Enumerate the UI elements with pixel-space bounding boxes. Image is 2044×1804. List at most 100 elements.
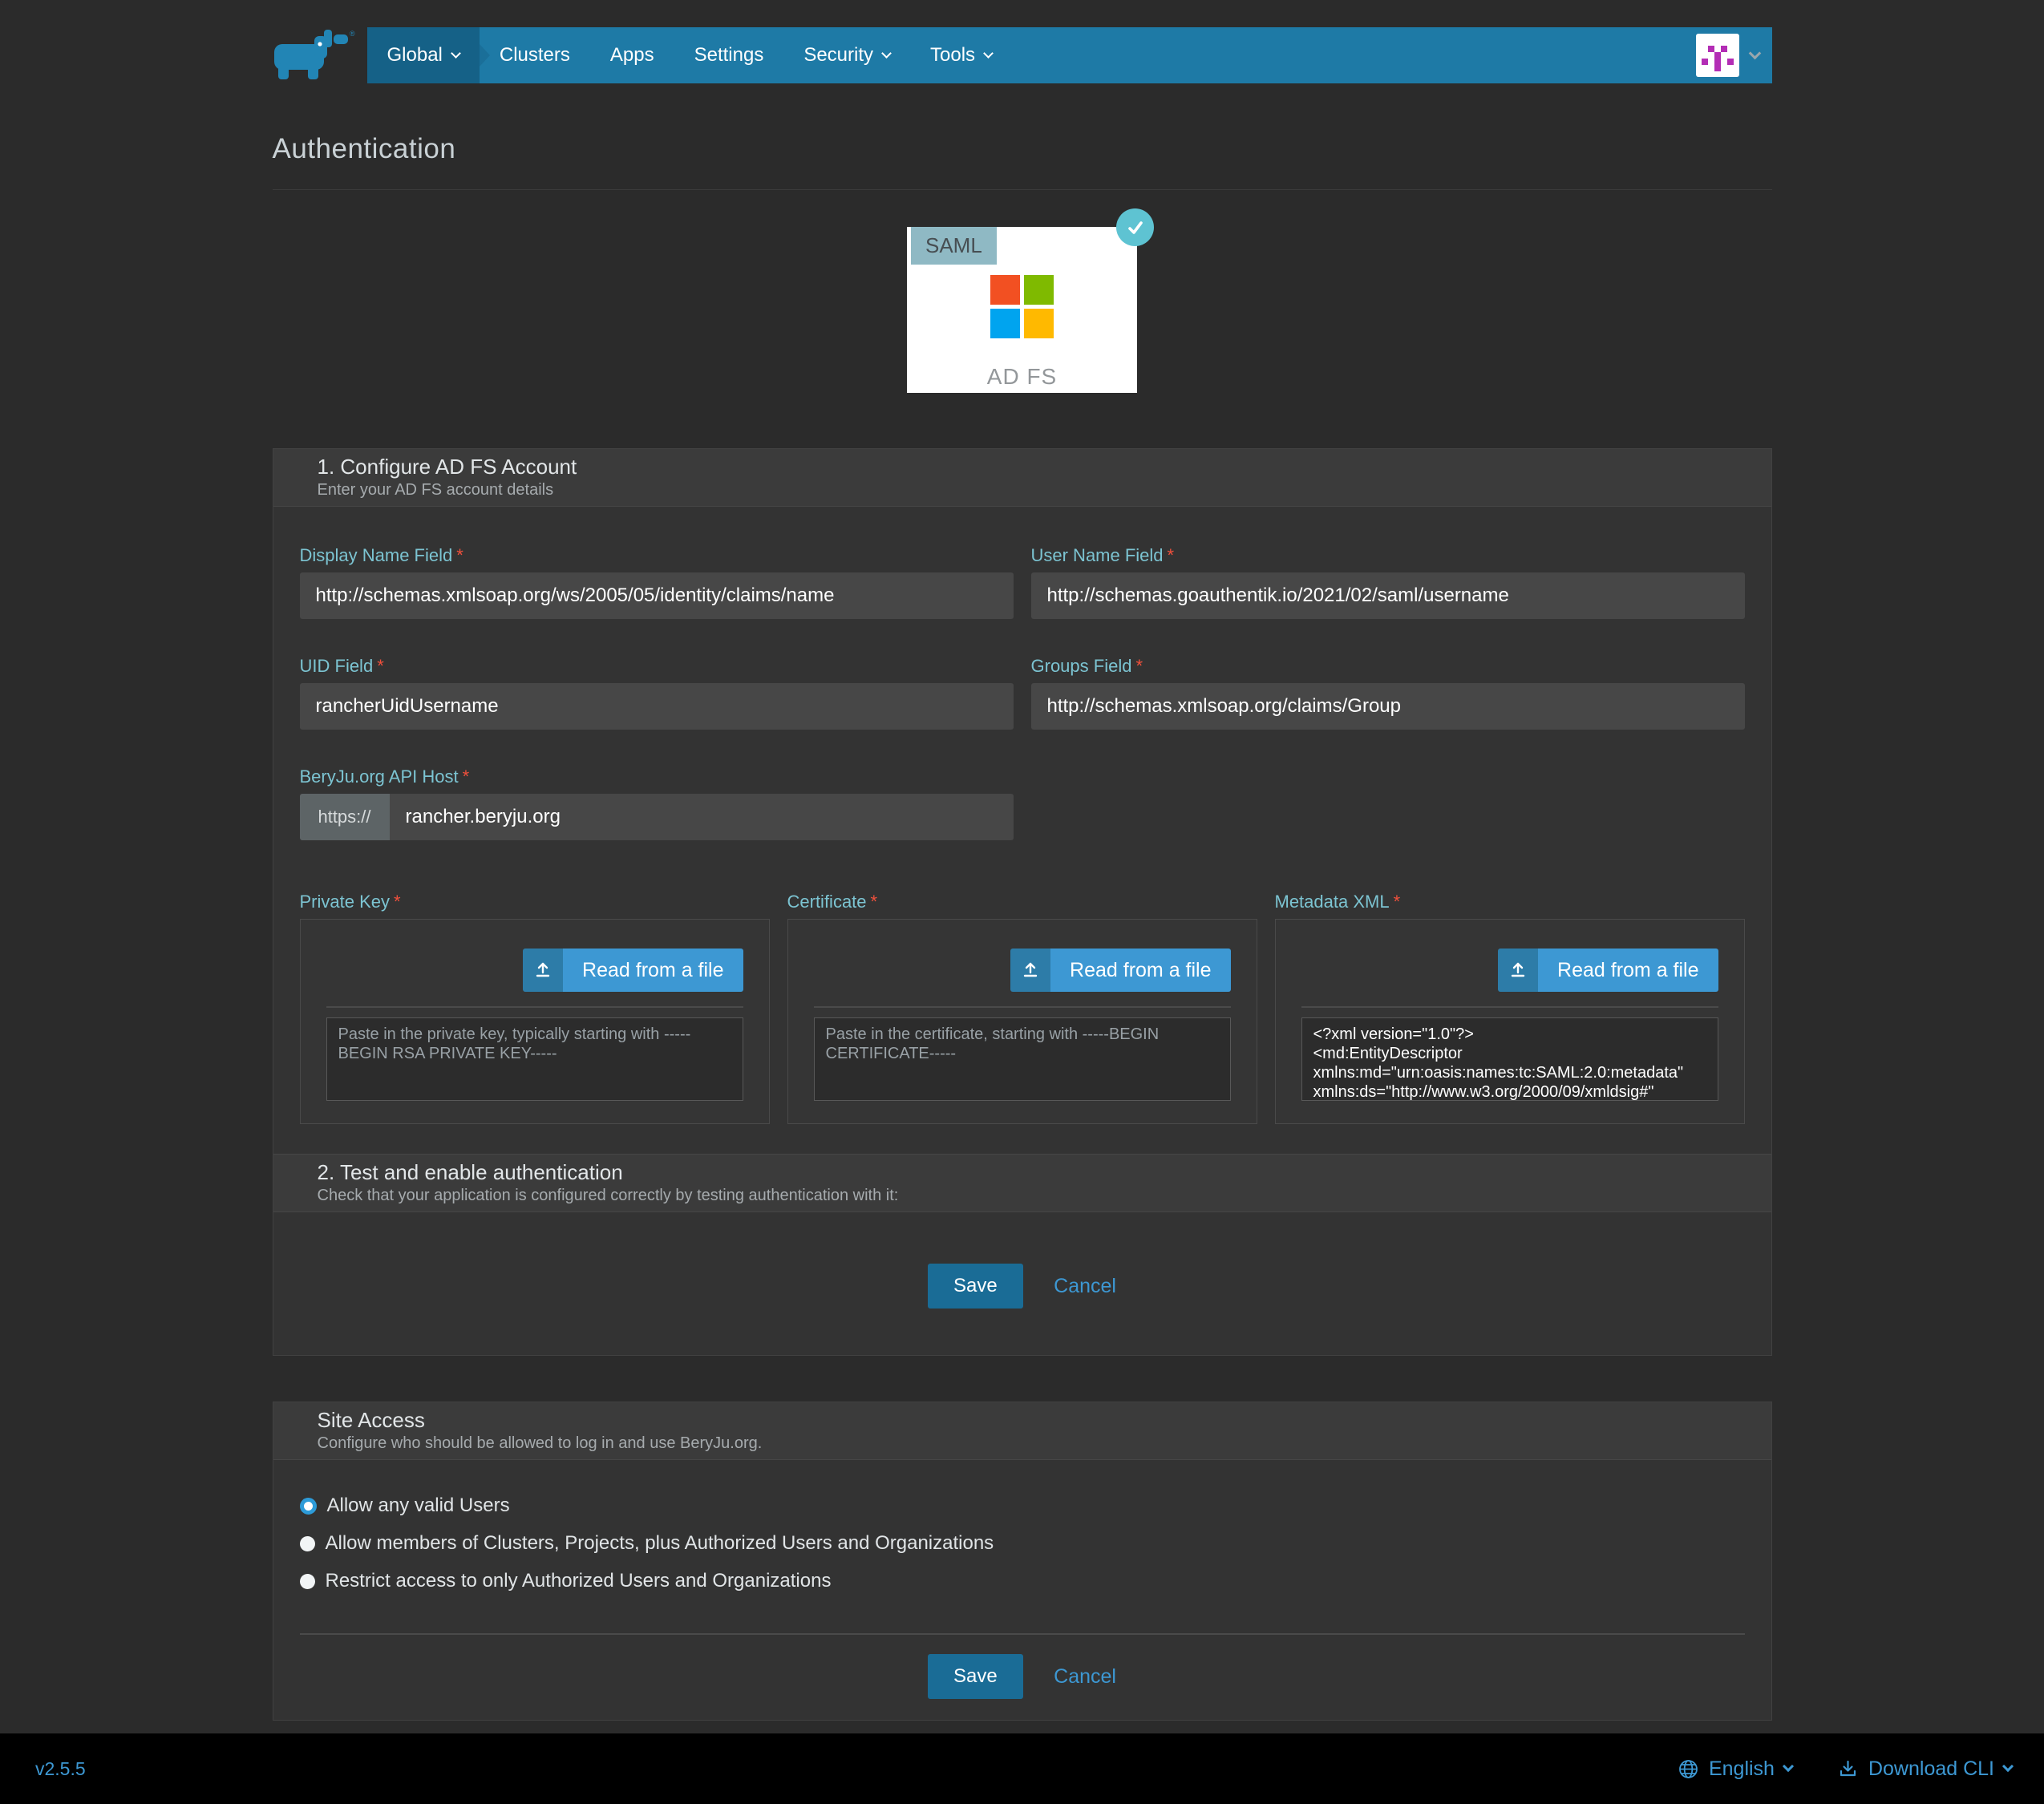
radio-label: Allow members of Clusters, Projects, plu… bbox=[326, 1532, 994, 1555]
private-key-read-file-button[interactable]: Read from a file bbox=[523, 949, 743, 992]
nav-item-label: Security bbox=[803, 44, 873, 67]
nav-item-apps[interactable]: Apps bbox=[590, 27, 674, 83]
microsoft-logo-icon bbox=[990, 275, 1054, 338]
chevron-down-icon bbox=[1748, 47, 1761, 60]
section-header-configure: 1. Configure AD FS Account Enter your AD… bbox=[273, 449, 1771, 507]
read-file-button-label: Read from a file bbox=[1050, 949, 1230, 992]
required-marker: * bbox=[871, 892, 878, 912]
nav-item-tools[interactable]: Tools bbox=[910, 27, 1012, 83]
auth-provider-card-adfs[interactable]: SAML AD FS bbox=[907, 227, 1137, 393]
required-marker: * bbox=[1168, 545, 1175, 565]
groups-field-input[interactable] bbox=[1031, 683, 1745, 730]
required-marker: * bbox=[377, 656, 384, 676]
download-cli-label: Download CLI bbox=[1868, 1757, 1994, 1781]
protocol-prefix: https:// bbox=[300, 794, 390, 840]
uid-field-input[interactable] bbox=[300, 683, 1014, 730]
read-file-button-label: Read from a file bbox=[1538, 949, 1718, 992]
required-marker: * bbox=[1394, 892, 1401, 912]
display-name-field-input[interactable] bbox=[300, 572, 1014, 619]
section-header-site-access: Site Access Configure who should be allo… bbox=[273, 1402, 1771, 1460]
svg-text:®: ® bbox=[350, 30, 355, 38]
globe-icon bbox=[1678, 1758, 1699, 1780]
radio-allow-members-clusters-projects[interactable]: Allow members of Clusters, Projects, plu… bbox=[300, 1531, 1745, 1555]
footer: v2.5.5 English Download C bbox=[0, 1733, 2044, 1804]
nav-item-global[interactable]: Global bbox=[367, 27, 480, 83]
version-label: v2.5.5 bbox=[35, 1758, 86, 1780]
chevron-down-icon bbox=[2002, 1761, 2014, 1772]
field-label: Display Name Field* bbox=[300, 544, 1014, 568]
authentication-page: ® Global Clusters Apps Settings Security bbox=[0, 0, 2044, 1804]
main-content: Authentication SAML AD FS 1. Configur bbox=[273, 133, 1772, 1721]
chevron-down-icon bbox=[451, 48, 461, 59]
configure-panel: 1. Configure AD FS Account Enter your AD… bbox=[273, 448, 1772, 1356]
field-label: User Name Field* bbox=[1031, 544, 1745, 568]
certificate-read-file-button[interactable]: Read from a file bbox=[1010, 949, 1230, 992]
divider bbox=[326, 1006, 743, 1008]
ms-square-blue bbox=[990, 309, 1020, 338]
saml-badge: SAML bbox=[911, 227, 997, 265]
main-nav: Global Clusters Apps Settings Security T… bbox=[367, 27, 1772, 83]
nav-item-clusters[interactable]: Clusters bbox=[480, 27, 590, 83]
section-subtitle: Enter your AD FS account details bbox=[318, 480, 1727, 500]
section-subtitle: Check that your application is configure… bbox=[318, 1186, 1727, 1205]
required-marker: * bbox=[394, 892, 401, 912]
cancel-link[interactable]: Cancel bbox=[1054, 1275, 1116, 1298]
ms-square-green bbox=[1024, 275, 1054, 305]
private-key-textarea[interactable] bbox=[326, 1017, 743, 1101]
identicon-avatar-icon bbox=[1702, 39, 1734, 71]
field-label: Metadata XML* bbox=[1275, 890, 1745, 914]
upload-icon bbox=[1010, 949, 1050, 992]
save-button[interactable]: Save bbox=[928, 1264, 1023, 1309]
ms-square-red bbox=[990, 275, 1020, 305]
rancher-logo[interactable]: ® bbox=[273, 27, 367, 83]
radio-label: Restrict access to only Authorized Users… bbox=[326, 1570, 832, 1592]
api-host-input[interactable] bbox=[390, 794, 1014, 840]
radio-restrict-authorized-only[interactable]: Restrict access to only Authorized Users… bbox=[300, 1569, 1745, 1593]
user-name-field-input[interactable] bbox=[1031, 572, 1745, 619]
divider bbox=[273, 189, 1772, 190]
nav-item-label: Settings bbox=[694, 44, 764, 67]
radio-unselected-icon bbox=[300, 1536, 315, 1551]
certificate-box: Read from a file bbox=[787, 919, 1257, 1124]
metadata-read-file-button[interactable]: Read from a file bbox=[1498, 949, 1718, 992]
field-label: Groups Field* bbox=[1031, 654, 1745, 678]
nav-item-settings[interactable]: Settings bbox=[674, 27, 784, 83]
download-cli-menu[interactable]: Download CLI bbox=[1837, 1757, 2012, 1781]
field-label: Private Key* bbox=[300, 890, 770, 914]
language-selector[interactable]: English bbox=[1678, 1757, 1792, 1781]
required-marker: * bbox=[463, 766, 470, 787]
radio-label: Allow any valid Users bbox=[327, 1495, 510, 1517]
nav-item-label: Clusters bbox=[500, 44, 570, 67]
provider-name: AD FS bbox=[907, 364, 1137, 390]
nav-item-security[interactable]: Security bbox=[783, 27, 910, 83]
upload-icon bbox=[523, 949, 563, 992]
radio-selected-icon bbox=[300, 1498, 317, 1515]
section-subtitle: Configure who should be allowed to log i… bbox=[318, 1434, 1727, 1453]
chevron-down-icon bbox=[1783, 1761, 1794, 1772]
required-marker: * bbox=[1135, 656, 1143, 676]
chevron-down-icon bbox=[881, 48, 892, 59]
certificate-textarea[interactable] bbox=[814, 1017, 1231, 1101]
section-header-test: 2. Test and enable authentication Check … bbox=[273, 1154, 1771, 1212]
required-marker: * bbox=[456, 545, 463, 565]
site-access-save-button[interactable]: Save bbox=[928, 1654, 1023, 1699]
field-label: Certificate* bbox=[787, 890, 1257, 914]
nav-item-label: Apps bbox=[610, 44, 654, 67]
section-title: Site Access bbox=[318, 1407, 1727, 1433]
download-icon bbox=[1837, 1758, 1859, 1780]
section-title: 1. Configure AD FS Account bbox=[318, 454, 1727, 479]
ms-square-yellow bbox=[1024, 309, 1054, 338]
read-file-button-label: Read from a file bbox=[563, 949, 743, 992]
page-title: Authentication bbox=[273, 133, 1772, 165]
radio-allow-any-valid-users[interactable]: Allow any valid Users bbox=[300, 1494, 1745, 1518]
top-navbar: ® Global Clusters Apps Settings Security bbox=[273, 27, 1772, 83]
rancher-logo-icon: ® bbox=[273, 30, 356, 81]
user-menu[interactable] bbox=[1683, 27, 1772, 83]
metadata-xml-box: Read from a file <?xml version="1.0"?> <… bbox=[1275, 919, 1745, 1124]
site-access-panel: Site Access Configure who should be allo… bbox=[273, 1402, 1772, 1721]
metadata-xml-textarea[interactable]: <?xml version="1.0"?> <md:EntityDescript… bbox=[1301, 1017, 1718, 1101]
field-label: UID Field* bbox=[300, 654, 1014, 678]
avatar bbox=[1696, 34, 1739, 77]
radio-unselected-icon bbox=[300, 1574, 315, 1589]
site-access-cancel-link[interactable]: Cancel bbox=[1054, 1665, 1116, 1689]
